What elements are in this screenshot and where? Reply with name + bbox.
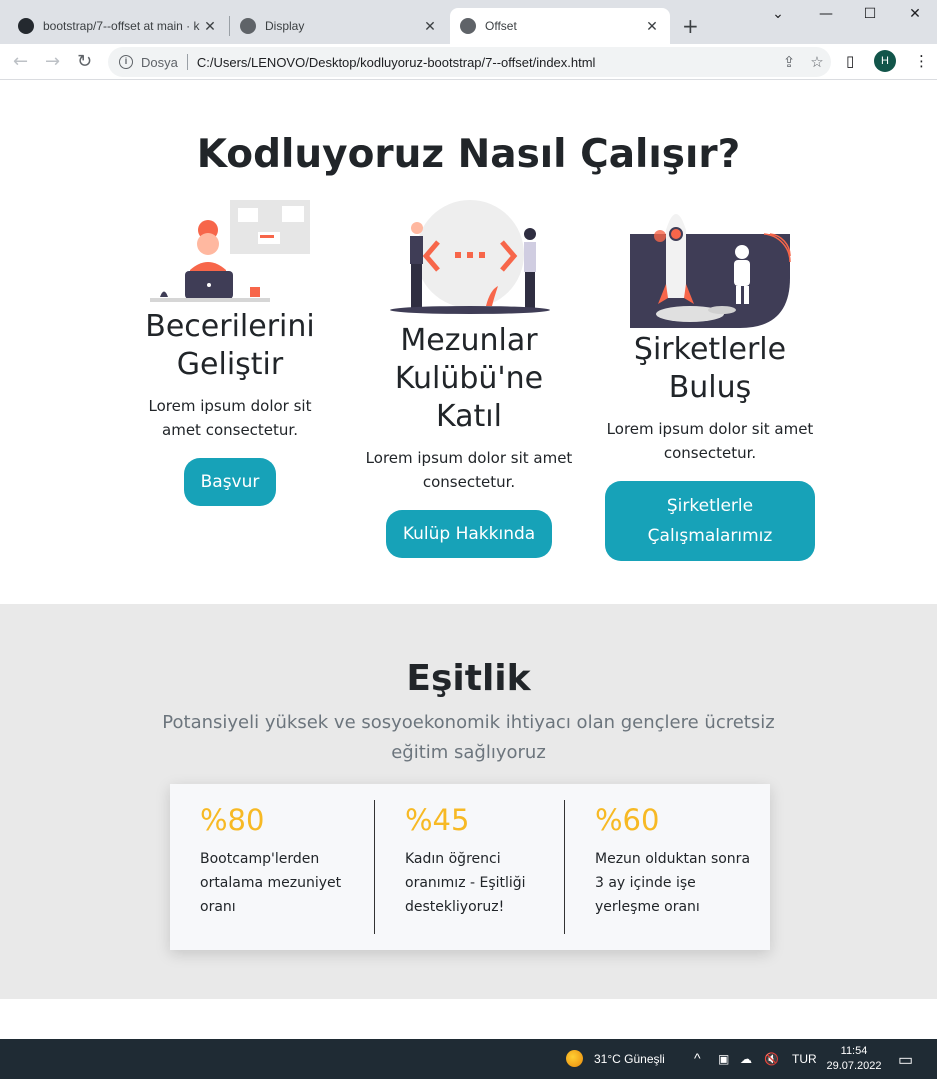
stat-item: %45 Kadın öğrenci oranımız - Eşitliği de…: [374, 800, 564, 934]
divider: [186, 54, 188, 70]
card-text: Lorem ipsum dolor sit amet consectetur.: [148, 397, 312, 439]
section-subtitle: Potansiyeli yüksek ve sosyoekonomik ihti…: [162, 712, 775, 763]
stat-value: %60: [595, 803, 660, 837]
cloud-icon[interactable]: ☁: [740, 1052, 752, 1066]
developer-illustration: [150, 200, 310, 302]
close-icon[interactable]: ✕: [422, 18, 438, 35]
tab-bar: bootstrap/7--offset at main · k ✕ Displa…: [0, 0, 937, 44]
card-text: Lorem ipsum dolor sit amet consectetur.: [606, 420, 814, 462]
tab-offset[interactable]: Offset ✕: [450, 8, 670, 44]
url-text[interactable]: C:/Users/LENOVO/Desktop/kodluyoruz-boots…: [197, 55, 775, 70]
tab-title: Offset: [485, 19, 517, 33]
club-about-button[interactable]: Kulüp Hakkında: [385, 510, 553, 558]
card-companies: Şirketlerle Buluş Lorem ipsum dolor sit …: [600, 331, 820, 561]
clock[interactable]: 11:54 29.07.2022: [822, 1044, 886, 1074]
stat-value: %45: [405, 803, 470, 837]
stat-text: Bootcamp'lerden ortalama mezuniyet oranı: [200, 851, 342, 915]
company-work-button[interactable]: Şirketlerle Çalışmalarımız: [605, 481, 815, 561]
card-title: Becerilerini Geliştir: [145, 309, 315, 382]
stat-item: %60 Mezun olduktan sonra 3 ay içinde işe…: [564, 800, 754, 934]
apply-button[interactable]: Başvur: [183, 458, 277, 506]
stat-value: %80: [200, 803, 265, 837]
notification-icon[interactable]: ▭: [898, 1050, 913, 1070]
tab-github[interactable]: bootstrap/7--offset at main · k ✕: [8, 8, 228, 44]
section-title: Eşitlik: [406, 658, 531, 699]
address-bar[interactable]: i Dosya C:/Users/LENOVO/Desktop/kodluyor…: [108, 47, 831, 77]
close-window-button[interactable]: ✕: [892, 6, 937, 22]
card-title: Mezunlar Kulübü'ne Katıl: [394, 323, 544, 434]
page-content: Kodluyoruz Nasıl Çalışır? Becerilerini G…: [0, 80, 937, 1039]
card-alumni: Mezunlar Kulübü'ne Katıl Lorem ipsum dol…: [364, 322, 574, 558]
stats-box: %80 Bootcamp'lerden ortalama mezuniyet o…: [170, 784, 770, 950]
taskbar: 31°C Güneşli ^ ▣ ☁ 🔇 TUR 11:54 29.07.202…: [0, 1039, 937, 1079]
globe-icon: [240, 18, 256, 34]
stat-item: %80 Bootcamp'lerden ortalama mezuniyet o…: [170, 800, 360, 934]
maximize-button[interactable]: ☐: [847, 6, 893, 22]
stat-text: Mezun olduktan sonra 3 ay içinde işe yer…: [595, 851, 751, 915]
close-icon[interactable]: ✕: [202, 18, 218, 35]
reload-icon[interactable]: ↻: [77, 51, 92, 72]
tab-display[interactable]: Display ✕: [230, 8, 448, 44]
github-icon: [18, 18, 34, 34]
card-text: Lorem ipsum dolor sit amet consectetur.: [365, 449, 573, 491]
weather-text[interactable]: 31°C Güneşli: [594, 1052, 665, 1066]
tab-title: bootstrap/7--offset at main · k: [43, 19, 200, 33]
date: 29.07.2022: [826, 1060, 882, 1072]
globe-icon: [460, 18, 476, 34]
tab-search-button[interactable]: ⌄: [755, 6, 801, 22]
page-title: Kodluyoruz Nasıl Çalışır?: [196, 132, 741, 177]
menu-icon[interactable]: ⋮: [914, 52, 929, 70]
new-tab-button[interactable]: +: [682, 14, 699, 38]
speaker-muted-icon[interactable]: 🔇: [764, 1052, 779, 1066]
browser-toolbar: ← → ↻ i Dosya C:/Users/LENOVO/Desktop/ko…: [0, 44, 937, 80]
info-icon[interactable]: i: [119, 55, 133, 69]
minimize-button[interactable]: —: [803, 6, 849, 22]
profile-avatar[interactable]: H: [874, 50, 896, 72]
back-icon[interactable]: ←: [13, 51, 28, 72]
card-title: Şirketlerle Buluş: [633, 332, 787, 405]
stat-text: Kadın öğrenci oranımız - Eşitliği destek…: [405, 851, 526, 915]
network-illustration: [390, 200, 550, 314]
time: 11:54: [840, 1045, 868, 1057]
share-icon[interactable]: ⇪: [775, 53, 803, 71]
forward-icon[interactable]: →: [45, 51, 60, 72]
star-icon[interactable]: ☆: [803, 53, 831, 71]
card-skills: Becerilerini Geliştir Lorem ipsum dolor …: [130, 308, 330, 506]
side-panel-icon[interactable]: ▯: [846, 52, 854, 70]
language-indicator[interactable]: TUR: [792, 1052, 817, 1066]
tab-title: Display: [265, 19, 305, 33]
rocket-illustration: [630, 214, 791, 328]
sun-icon: [566, 1050, 583, 1067]
meet-icon[interactable]: ▣: [718, 1052, 729, 1066]
chevron-up-icon[interactable]: ^: [694, 1050, 701, 1066]
scheme-label: Dosya: [141, 54, 178, 70]
equality-section: Eşitlik Potansiyeli yüksek ve sosyoekono…: [0, 604, 937, 999]
close-icon[interactable]: ✕: [644, 18, 660, 35]
